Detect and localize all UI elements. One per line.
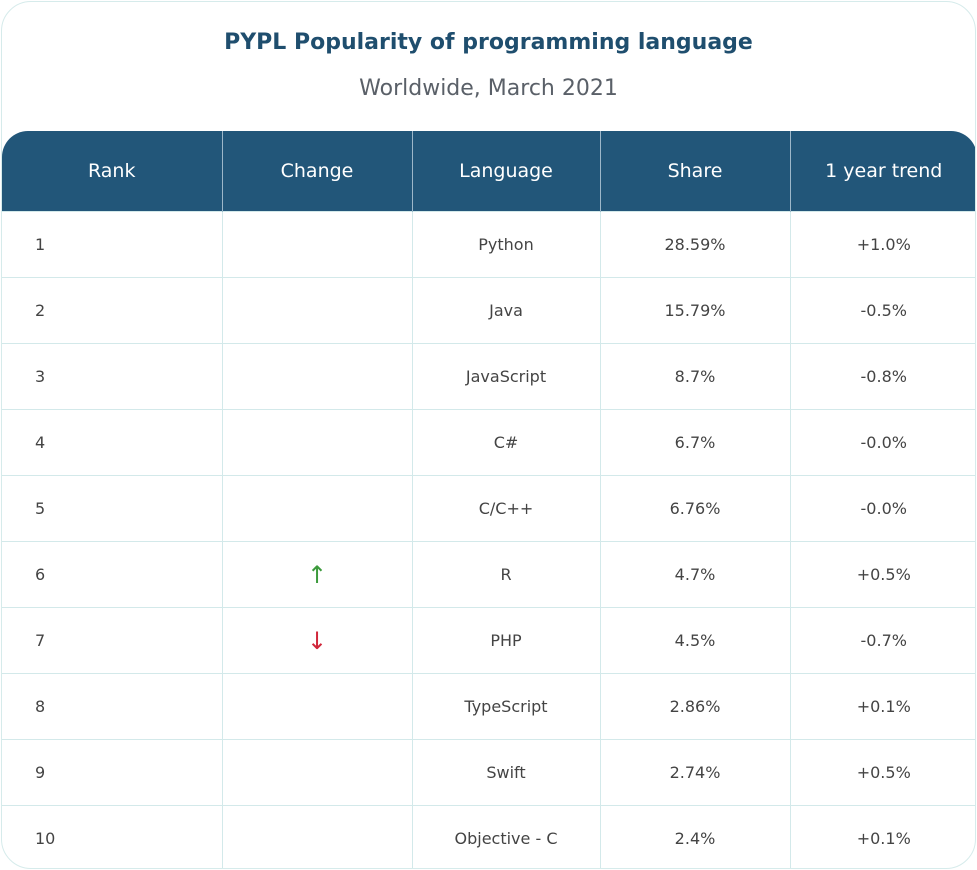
cell-share: 15.79%: [599, 277, 791, 344]
cell-language: TypeScript: [411, 673, 601, 740]
cell-change: ↓: [221, 607, 413, 674]
cell-trend: -0.7%: [789, 607, 975, 674]
cell-trend: +1.0%: [789, 211, 975, 278]
table-card: PYPL Popularity of programming language …: [1, 1, 976, 869]
cell-language: Objective - C: [411, 805, 601, 868]
arrow-down-icon: ↓: [306, 626, 328, 655]
cell-share: 8.7%: [599, 343, 791, 410]
cell-trend: +0.1%: [789, 673, 975, 740]
cell-language: Java: [411, 277, 601, 344]
chart-title: PYPL Popularity of programming language: [224, 30, 753, 55]
table-row: 5 C/C++ 6.76% -0.0%: [2, 475, 975, 542]
cell-change: [221, 805, 413, 868]
popularity-table: Rank Change Language Share 1 year trend 1 Pyt…: [2, 131, 975, 868]
cell-change: [221, 673, 413, 740]
cell-trend: -0.5%: [789, 277, 975, 344]
table-row: 9 Swift 2.74% +0.5%: [2, 739, 975, 806]
table-row: 1 Python 28.59% +1.0%: [2, 211, 975, 278]
table-row: 4 C# 6.7% -0.0%: [2, 409, 975, 476]
cell-share: 28.59%: [599, 211, 791, 278]
cell-share: 2.4%: [599, 805, 791, 868]
cell-language: R: [411, 541, 601, 608]
cell-share: 6.76%: [599, 475, 791, 542]
cell-change: [221, 277, 413, 344]
cell-rank: 7: [2, 607, 223, 674]
column-header: Language: [411, 131, 600, 212]
cell-change: ↑: [221, 541, 413, 608]
table-row: 2 Java 15.79% -0.5%: [2, 277, 975, 344]
cell-change: [221, 211, 413, 278]
table-row: 3 JavaScript 8.7% -0.8%: [2, 343, 975, 410]
cell-rank: 4: [2, 409, 223, 476]
cell-rank: 2: [2, 277, 223, 344]
table-row: 7 ↓ PHP 4.5% -0.7%: [2, 607, 975, 674]
column-header: Change: [221, 131, 412, 212]
cell-trend: +0.5%: [789, 541, 975, 608]
cell-change: [221, 409, 413, 476]
cell-share: 4.5%: [599, 607, 791, 674]
column-header: Share: [599, 131, 790, 212]
cell-trend: -0.0%: [789, 409, 975, 476]
cell-language: C/C++: [411, 475, 601, 542]
cell-trend: -0.0%: [789, 475, 975, 542]
cell-change: [221, 739, 413, 806]
cell-trend: -0.8%: [789, 343, 975, 410]
cell-language: Swift: [411, 739, 601, 806]
cell-language: PHP: [411, 607, 601, 674]
cell-change: [221, 343, 413, 410]
header-row: Rank Change Language Share 1 year trend: [2, 131, 975, 212]
table-row: 8 TypeScript 2.86% +0.1%: [2, 673, 975, 740]
cell-trend: +0.1%: [789, 805, 975, 868]
arrow-up-icon: ↑: [306, 560, 328, 589]
cell-share: 2.74%: [599, 739, 791, 806]
chart-subtitle: Worldwide, March 2021: [359, 76, 618, 101]
cell-trend: +0.5%: [789, 739, 975, 806]
cell-rank: 6: [2, 541, 223, 608]
column-header: 1 year trend: [789, 131, 975, 212]
table-row: 10 Objective - C 2.4% +0.1%: [2, 805, 975, 868]
cell-rank: 3: [2, 343, 223, 410]
column-header: Rank: [2, 131, 222, 212]
cell-language: JavaScript: [411, 343, 601, 410]
cell-share: 4.7%: [599, 541, 791, 608]
cell-share: 6.7%: [599, 409, 791, 476]
cell-change: [221, 475, 413, 542]
table-row: 6 ↑ R 4.7% +0.5%: [2, 541, 975, 608]
cell-language: C#: [411, 409, 601, 476]
cell-share: 2.86%: [599, 673, 791, 740]
cell-rank: 1: [2, 211, 223, 278]
cell-rank: 5: [2, 475, 223, 542]
cell-rank: 10: [2, 805, 223, 868]
cell-rank: 8: [2, 673, 223, 740]
cell-rank: 9: [2, 739, 223, 806]
cell-language: Python: [411, 211, 601, 278]
